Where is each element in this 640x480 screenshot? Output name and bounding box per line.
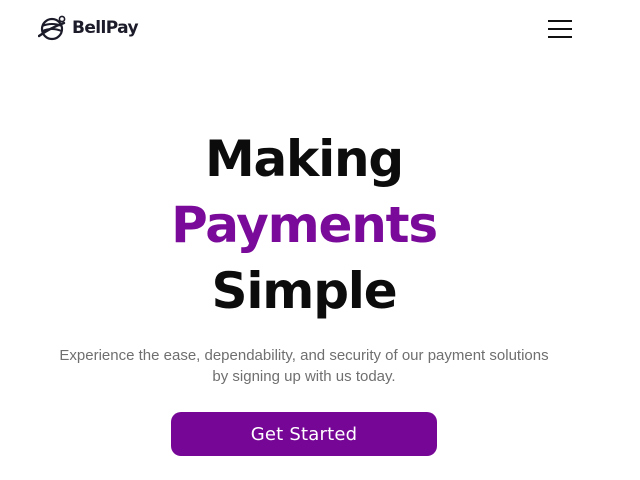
hamburger-menu-button[interactable] bbox=[546, 18, 574, 40]
hero-subtitle: Experience the ease, dependability, and … bbox=[59, 347, 549, 385]
get-started-button[interactable]: Get Started bbox=[171, 412, 437, 456]
site-header: BellPay bbox=[0, 0, 640, 60]
hero-title-accent-line: Payments bbox=[171, 196, 438, 254]
brand-logo-link[interactable]: BellPay bbox=[38, 14, 139, 42]
hero-title-line-3: Simple bbox=[211, 262, 398, 320]
hero-title-line-1: Making bbox=[204, 130, 404, 188]
globe-swoosh-logo-icon bbox=[38, 15, 66, 41]
landing-page: BellPay Making Payments Simple Experienc… bbox=[0, 0, 640, 480]
hero-title: Making Payments Simple bbox=[0, 126, 608, 324]
brand-name: BellPay bbox=[72, 18, 139, 38]
